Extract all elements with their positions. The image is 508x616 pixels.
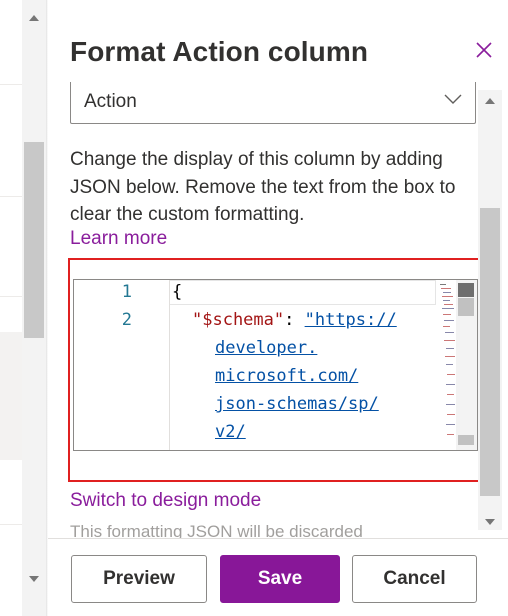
json-string-link[interactable]: microsoft.com/ bbox=[215, 366, 358, 386]
panel-content: Action Change the display of this column… bbox=[48, 82, 478, 538]
scroll-down-arrow-icon[interactable] bbox=[485, 519, 495, 525]
column-select-dropdown[interactable]: Action bbox=[70, 82, 476, 124]
minimap-line bbox=[446, 364, 453, 365]
editor-scrollbar-thumb[interactable] bbox=[458, 298, 474, 316]
minimap-line bbox=[440, 284, 446, 285]
code-line: { bbox=[172, 282, 182, 302]
code-line-wrapped: json-schemas/sp/ bbox=[215, 394, 379, 414]
minimap-line bbox=[444, 304, 453, 305]
code-line-wrapped: v2/ bbox=[215, 422, 246, 442]
list-row-divider bbox=[0, 196, 22, 197]
minimap-line bbox=[446, 424, 455, 425]
column-select-value: Action bbox=[84, 91, 137, 112]
json-key: "$schema" bbox=[192, 310, 285, 330]
panel-footer: Preview Save Cancel bbox=[48, 538, 508, 616]
background-scrollbar[interactable] bbox=[22, 0, 46, 616]
scroll-down-arrow-icon[interactable] bbox=[29, 576, 39, 582]
minimap-line bbox=[442, 296, 453, 297]
code-line: "$schema": "https:// bbox=[192, 310, 397, 330]
minimap-line bbox=[447, 434, 454, 435]
line-number: 2 bbox=[121, 310, 132, 330]
save-button[interactable]: Save bbox=[220, 555, 340, 603]
editor-scroll-indicator bbox=[458, 283, 474, 297]
panel-scrollbar-thumb[interactable] bbox=[480, 208, 500, 496]
list-row-divider bbox=[0, 524, 22, 525]
minimap-line bbox=[444, 320, 454, 321]
minimap-line bbox=[443, 314, 451, 315]
json-string-link[interactable]: developer. bbox=[215, 338, 317, 358]
minimap-line bbox=[445, 356, 455, 357]
minimap-line bbox=[443, 292, 451, 293]
switch-to-design-mode-link[interactable]: Switch to design mode bbox=[70, 490, 261, 512]
cancel-button[interactable]: Cancel bbox=[352, 555, 477, 603]
background-list bbox=[0, 0, 46, 616]
minimap-line bbox=[447, 394, 454, 395]
description-text: Change the display of this column by add… bbox=[70, 149, 456, 225]
json-editor[interactable]: 1 2 { "$schema": "https:// developer. mi… bbox=[73, 279, 478, 451]
minimap-line bbox=[446, 404, 455, 405]
discard-note: This formatting JSON will be discarded bbox=[70, 522, 363, 538]
json-brace: { bbox=[172, 282, 183, 302]
minimap-line bbox=[442, 308, 454, 309]
scrollbar-thumb[interactable] bbox=[24, 142, 44, 338]
minimap-line bbox=[447, 414, 455, 415]
minimap-line bbox=[445, 332, 454, 333]
scroll-up-arrow-icon[interactable] bbox=[485, 98, 495, 104]
list-row-selected[interactable] bbox=[0, 332, 22, 460]
panel-title: Format Action column bbox=[70, 36, 369, 67]
json-string-link[interactable]: v2/ bbox=[215, 422, 246, 442]
minimap-line bbox=[444, 340, 455, 341]
highlight-box: 1 2 { "$schema": "https:// developer. mi… bbox=[68, 258, 478, 482]
chevron-down-icon bbox=[444, 94, 462, 104]
editor-scrollbar[interactable] bbox=[456, 280, 477, 450]
close-button[interactable] bbox=[472, 38, 496, 62]
json-string-link[interactable]: "https:// bbox=[305, 310, 397, 330]
preview-button[interactable]: Preview bbox=[71, 555, 207, 603]
close-icon bbox=[476, 42, 492, 58]
panel-scrollbar[interactable] bbox=[478, 90, 502, 530]
json-colon: : bbox=[284, 310, 305, 330]
code-line-wrapped: microsoft.com/ bbox=[215, 366, 358, 386]
minimap-line bbox=[443, 300, 450, 301]
json-string-link[interactable]: json-schemas/sp/ bbox=[215, 394, 379, 414]
line-number: 1 bbox=[121, 282, 132, 302]
minimap-line bbox=[447, 374, 455, 375]
scroll-up-arrow-icon[interactable] bbox=[29, 15, 39, 21]
editor-scroll-marker bbox=[458, 435, 474, 445]
format-column-panel: Format Action column Action Change the d… bbox=[48, 0, 508, 616]
minimap-line bbox=[446, 384, 455, 385]
learn-more-link[interactable]: Learn more bbox=[70, 228, 167, 250]
minimap-line bbox=[443, 326, 450, 327]
editor-minimap[interactable] bbox=[438, 280, 456, 450]
list-row-divider bbox=[0, 296, 22, 297]
line-number-gutter: 1 2 bbox=[74, 280, 170, 450]
current-line-highlight bbox=[170, 280, 436, 305]
background-rows bbox=[0, 0, 22, 616]
code-line-wrapped: developer. bbox=[215, 338, 317, 358]
minimap-line bbox=[441, 288, 451, 289]
minimap-line bbox=[446, 348, 454, 349]
list-row-divider bbox=[0, 84, 22, 85]
